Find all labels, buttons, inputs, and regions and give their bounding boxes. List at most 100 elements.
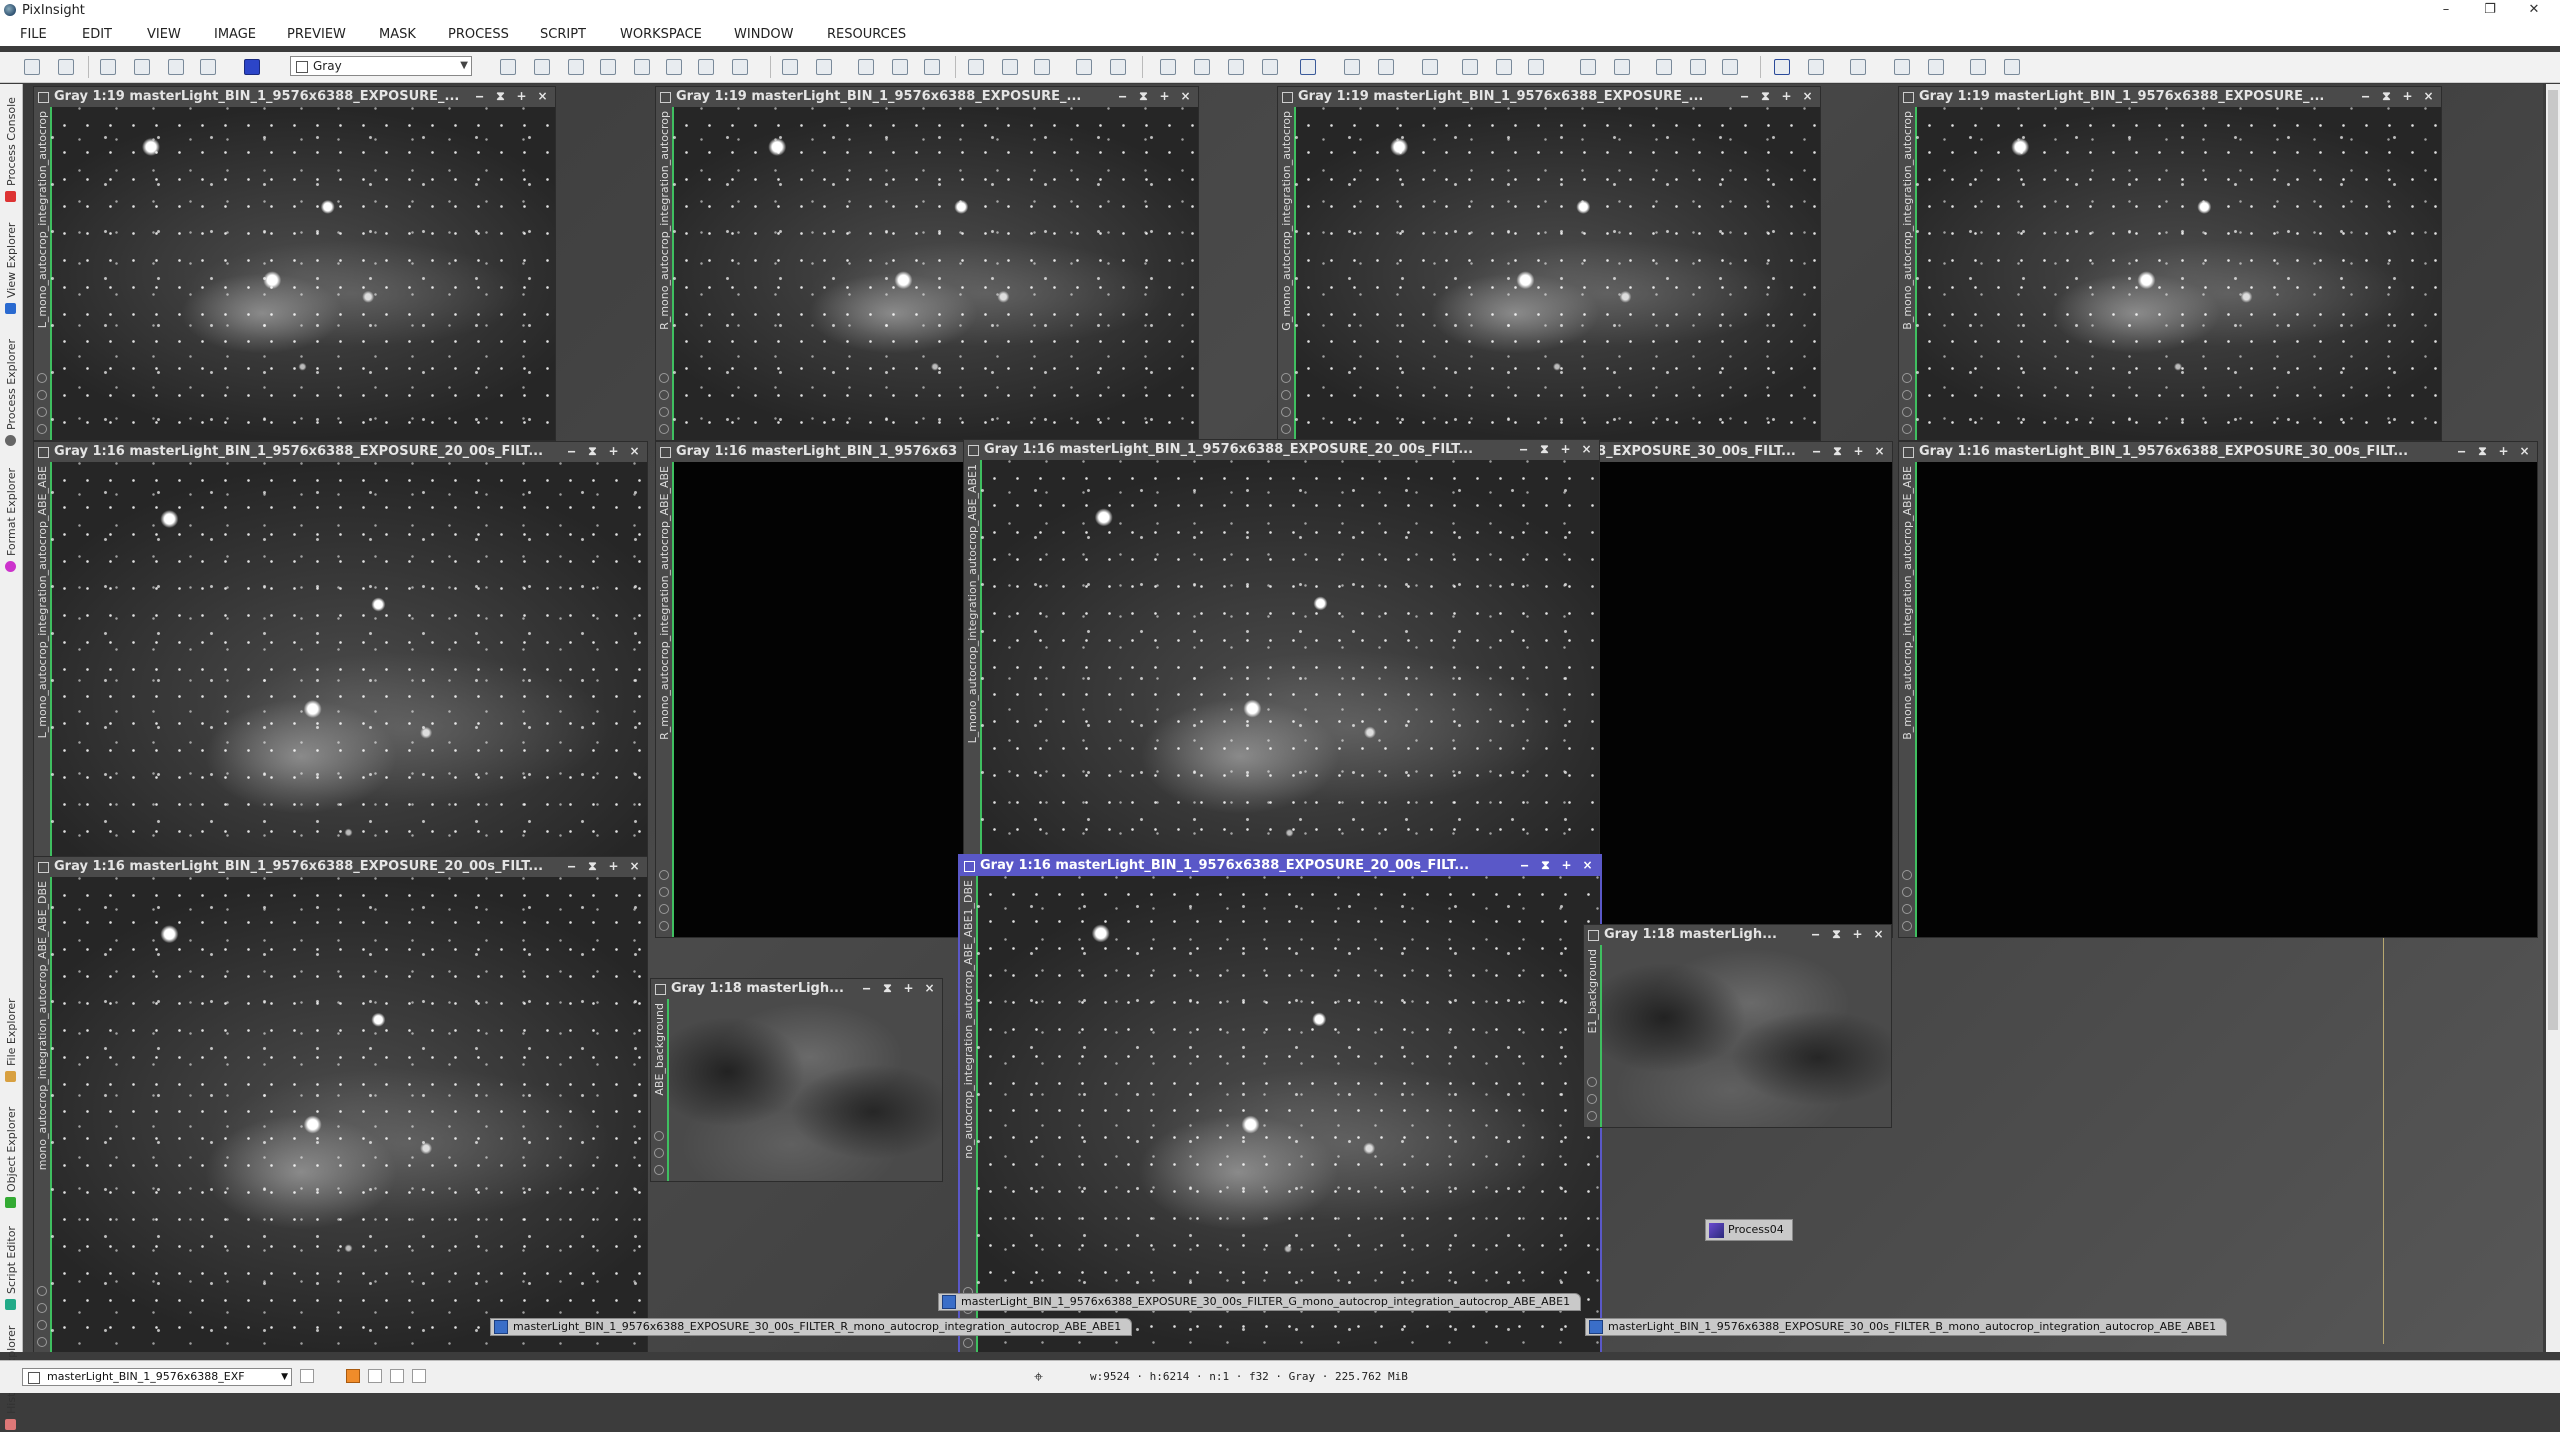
edit-preview-icon[interactable] (698, 59, 714, 75)
dock-tab-object-explorer[interactable]: Object Explorer (0, 1086, 22, 1210)
process-icon-process04[interactable]: Process04 (1705, 1219, 1793, 1241)
maximize-icon[interactable]: + (2397, 87, 2418, 106)
close-icon[interactable]: × (919, 979, 940, 998)
view-mode-icon[interactable] (300, 1369, 314, 1383)
mask-invert-icon[interactable] (1228, 59, 1244, 75)
image-canvas[interactable] (672, 107, 1198, 440)
dock-tab-process-explorer[interactable]: Process Explorer (0, 318, 22, 448)
minimize-icon[interactable]: ‒ (1806, 442, 1827, 461)
close-icon[interactable]: × (1577, 856, 1598, 875)
cascade-icon[interactable] (1002, 59, 1018, 75)
zoom-1-1-icon[interactable] (858, 59, 874, 75)
maximize-icon[interactable]: + (1776, 87, 1797, 106)
dock-tab-format-explorer[interactable]: Format Explorer (0, 450, 22, 574)
channel-r-icon[interactable] (1462, 59, 1478, 75)
undo-icon[interactable] (24, 59, 40, 75)
image-canvas[interactable] (1915, 462, 2537, 937)
screen-icon[interactable] (1774, 59, 1790, 75)
move-icon[interactable] (634, 59, 650, 75)
maximize-icon[interactable]: + (1556, 856, 1577, 875)
minimize-icon[interactable]: ‒ (1513, 440, 1534, 459)
fit-window-icon[interactable] (1034, 59, 1050, 75)
close-icon[interactable]: × (2418, 87, 2439, 106)
window-title-bar[interactable]: Gray 1:16 masterLight_BIN_1_9576x6388_EX… (960, 856, 1600, 876)
view-identifier-bar[interactable]: L_mono_autocrop_integration_autocrop (34, 107, 50, 440)
rgb-icon[interactable] (1580, 59, 1596, 75)
window-title-bar[interactable]: Gray 1:19 masterLight_BIN_1_9576x6388_EX… (34, 87, 555, 107)
color-space-icon[interactable] (244, 59, 260, 75)
close-icon[interactable]: × (1868, 925, 1889, 944)
window-title-bar[interactable]: Gray 1:16 masterLight_BIN_1_9576x6388_EX… (964, 440, 1599, 460)
image-window-r[interactable]: Gray 1:19 masterLight_BIN_1_9576x6388_EX… (655, 86, 1199, 441)
close-icon[interactable]: × (532, 87, 553, 106)
minimize-icon[interactable]: ‒ (856, 979, 877, 998)
view-identifier-bar[interactable]: B_mono_autocrop_integration_autocrop_ABE… (1899, 462, 1915, 937)
menu-mask[interactable]: MASK (379, 27, 416, 42)
shade-icon[interactable]: ⧗ (1133, 87, 1154, 106)
redo-icon[interactable] (58, 59, 74, 75)
image-canvas[interactable] (1584, 462, 1892, 937)
channel-extract-icon[interactable] (1722, 59, 1738, 75)
iconized-window-g[interactable]: masterLight_BIN_1_9576x6388_EXPOSURE_30_… (938, 1293, 1582, 1311)
shade-icon[interactable]: ⧗ (1755, 87, 1776, 106)
minimize-icon[interactable]: ‒ (469, 87, 490, 106)
luminance-icon[interactable] (1614, 59, 1630, 75)
image-canvas[interactable] (1600, 945, 1891, 1127)
dock-tab-script-editor[interactable]: Script Editor (0, 1212, 22, 1312)
view-selector[interactable]: masterLight_BIN_1_9576x6388_EXF ▼ (22, 1368, 292, 1386)
zoom-out-icon[interactable] (816, 59, 832, 75)
menu-resources[interactable]: RESOURCES (827, 27, 906, 42)
menu-view[interactable]: VIEW (147, 27, 181, 42)
close-icon[interactable]: × (624, 442, 645, 461)
maximize-icon[interactable]: + (1154, 87, 1175, 106)
channel-g-icon[interactable] (1496, 59, 1512, 75)
mask-remove-icon[interactable] (1262, 59, 1278, 75)
shade-icon[interactable]: ⧗ (2472, 442, 2493, 461)
mask-icon[interactable] (1160, 59, 1176, 75)
colorspace-dropdown[interactable]: Gray ▼ (290, 56, 472, 76)
view-identifier-bar[interactable]: R_mono_autocrop_integration_autocrop_ABE… (656, 462, 672, 937)
shade-icon[interactable]: ⧗ (582, 442, 603, 461)
menu-preview[interactable]: PREVIEW (287, 27, 346, 42)
tile-icon[interactable] (968, 59, 984, 75)
center-icon[interactable] (600, 59, 616, 75)
minimize-button[interactable]: – (2424, 0, 2468, 22)
pointer-icon[interactable] (732, 59, 748, 75)
image-window-g[interactable]: Gray 1:19 masterLight_BIN_1_9576x6388_EX… (1277, 86, 1821, 441)
view-identifier-bar[interactable]: R_mono_autocrop_integration_autocrop (656, 107, 672, 440)
zoom-2-1-icon[interactable] (892, 59, 908, 75)
image-window-r-abe[interactable]: Gray 1:16 masterLight_BIN_1_9576x63 R_mo… (655, 441, 985, 938)
minimize-icon[interactable]: ‒ (1805, 925, 1826, 944)
shade-icon[interactable]: ⧗ (1535, 856, 1556, 875)
workspace-scrollbar[interactable] (2546, 84, 2560, 1352)
pan-icon[interactable] (568, 59, 584, 75)
maximize-icon[interactable]: + (1555, 440, 1576, 459)
image-window-l-dbe[interactable]: Gray 1:16 masterLight_BIN_1_9576x6388_EX… (33, 856, 648, 1352)
minimize-icon[interactable]: ‒ (1514, 856, 1535, 875)
image-canvas[interactable] (50, 107, 555, 440)
menu-window[interactable]: WINDOW (734, 27, 794, 42)
shade-icon[interactable]: ⧗ (1826, 925, 1847, 944)
image-window-abe1-background[interactable]: Gray 1:18 masterLigh... ‒ ⧗ + × E1_backgroun… (1583, 924, 1892, 1128)
alpha-icon[interactable] (1656, 59, 1672, 75)
zoom-fit-icon[interactable] (534, 59, 550, 75)
save-icon[interactable] (134, 59, 150, 75)
view-identifier-bar[interactable]: B_mono_autocrop_integration_autocrop (1899, 107, 1915, 440)
minimize-icon[interactable]: ‒ (561, 442, 582, 461)
monitor-icon[interactable] (1970, 59, 1986, 75)
image-canvas[interactable] (976, 876, 1600, 1352)
menu-edit[interactable]: EDIT (82, 27, 112, 42)
maximize-icon[interactable]: + (603, 442, 624, 461)
menu-file[interactable]: FILE (20, 27, 47, 42)
new-preview-icon[interactable] (666, 59, 682, 75)
iconized-window-b[interactable]: masterLight_BIN_1_9576x6388_EXPOSURE_30_… (1585, 1318, 2228, 1336)
image-canvas[interactable] (1915, 107, 2441, 440)
view-identifier-bar[interactable]: E1_background (1584, 945, 1600, 1127)
window-title-bar[interactable]: Gray 1:19 masterLight_BIN_1_9576x6388_EX… (1278, 87, 1820, 107)
view-identifier-bar[interactable]: mono_autocrop_integration_autocrop_ABE_A… (34, 877, 50, 1352)
close-image-icon[interactable] (200, 59, 216, 75)
image-window-g-abe[interactable]: 88_EXPOSURE_30_00s_FILT... ‒ ⧗ + × (1583, 441, 1893, 938)
menu-process[interactable]: PROCESS (448, 27, 509, 42)
zoom-in-icon[interactable] (782, 59, 798, 75)
maximize-icon[interactable]: + (2493, 442, 2514, 461)
